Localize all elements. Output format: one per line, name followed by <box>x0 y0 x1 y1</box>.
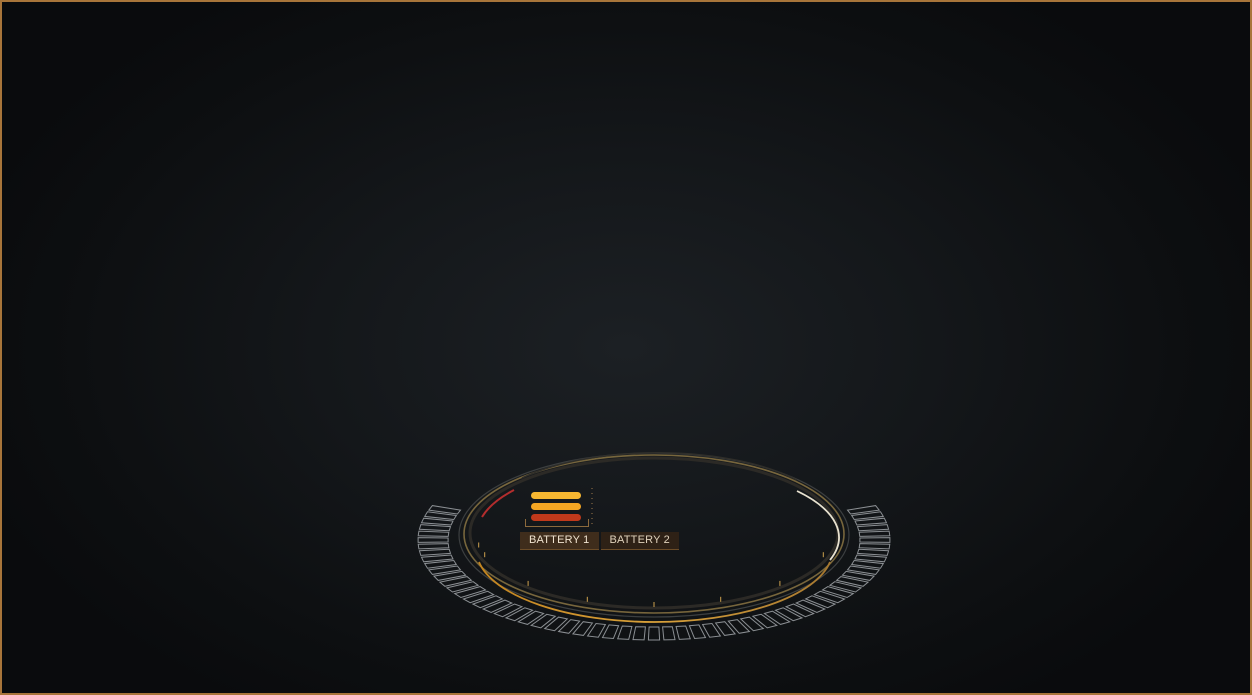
ring-segment <box>557 619 581 634</box>
ring-segment <box>438 576 473 587</box>
ring-segment <box>647 626 661 641</box>
ring-segment <box>417 543 450 550</box>
ring-segment <box>841 570 876 581</box>
ring-segment <box>493 603 524 618</box>
ring-segment <box>794 599 827 613</box>
battery-bracket <box>525 519 589 527</box>
ring-segment <box>675 625 691 640</box>
ring-segment <box>662 626 676 641</box>
ring-segment <box>517 610 545 625</box>
battery-level-bar-mid <box>531 503 581 510</box>
ring-segment <box>418 548 452 556</box>
ring-segment <box>856 548 890 556</box>
major-ticks <box>478 542 824 607</box>
ring-segment <box>784 603 815 618</box>
battery-scale-ticks <box>591 488 593 524</box>
ring-segment <box>481 599 514 613</box>
ring-segment <box>504 607 534 622</box>
ring-segment <box>617 625 633 640</box>
ring-segment <box>828 581 863 593</box>
tab-battery-1[interactable]: BATTERY 1 <box>520 532 599 550</box>
ring-segment <box>471 595 504 609</box>
ring-segment <box>813 590 846 604</box>
ring-segment <box>835 576 870 587</box>
ring-segment <box>601 624 620 640</box>
ring-segment <box>739 616 765 632</box>
ring-segment <box>453 586 487 599</box>
ring-segment <box>543 616 569 632</box>
ring-segment <box>774 607 804 622</box>
ring-segment <box>530 613 557 629</box>
ring-segment <box>432 570 467 581</box>
battery-tabs: BATTERY 1 BATTERY 2 <box>520 532 679 550</box>
ring-segment <box>859 537 891 543</box>
circular-gauge <box>417 451 891 641</box>
ring-segment <box>804 595 837 609</box>
battery-level-bar-high <box>531 492 581 499</box>
ring-segment <box>821 586 855 599</box>
ring-segment <box>418 524 452 532</box>
tab-battery-2[interactable]: BATTERY 2 <box>600 532 679 550</box>
ring-segment <box>632 626 646 641</box>
hud-frame: BATTERY 1 BATTERY 2 <box>0 0 1252 695</box>
ring-segment <box>462 590 495 604</box>
ring-segment <box>763 610 791 625</box>
battery-level-indicator <box>521 486 593 530</box>
ring-segment <box>417 530 450 537</box>
ring-segment <box>856 524 890 532</box>
ring-segment <box>858 530 891 537</box>
ring-segment <box>727 619 751 634</box>
ring-segment <box>858 543 891 550</box>
ring-segment <box>751 613 778 629</box>
ring-segment <box>417 537 449 543</box>
ring-segment <box>688 624 707 640</box>
ring-segment <box>445 581 480 593</box>
